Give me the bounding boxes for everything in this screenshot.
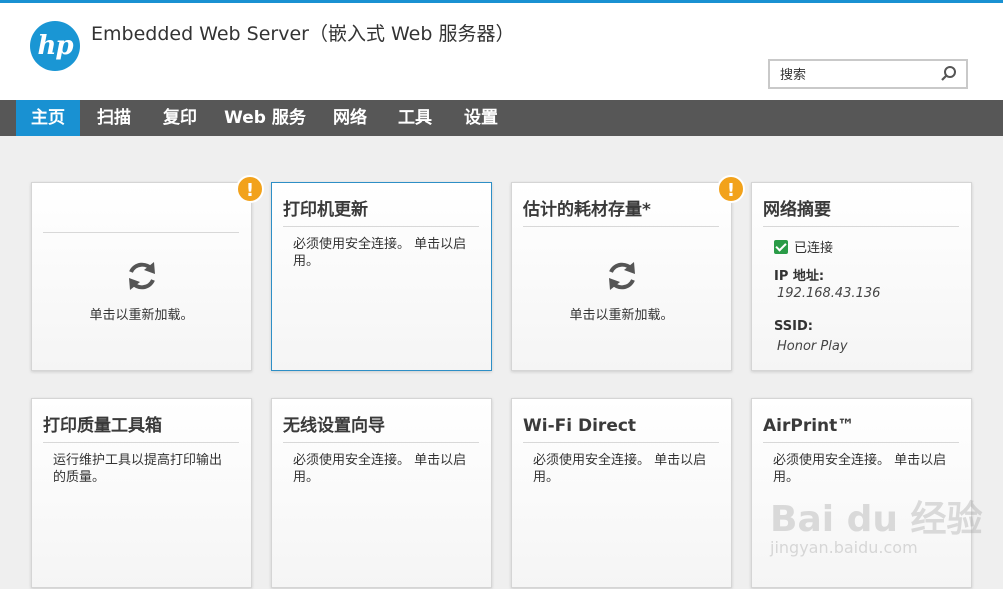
connection-label: 已连接 bbox=[794, 241, 834, 256]
tab-settings[interactable]: 设置 bbox=[453, 100, 509, 136]
hp-logo[interactable]: hp bbox=[30, 21, 80, 71]
network-summary-card[interactable]: 网络摘要 已连接 IP 地址: 192.168.43.136 SSID: Hon… bbox=[751, 182, 972, 371]
alert-icon[interactable]: ! bbox=[236, 175, 264, 203]
card-title: 无线设置向导 bbox=[283, 416, 479, 443]
ssid-label: SSID: bbox=[774, 319, 813, 334]
connection-status: 已连接 bbox=[774, 237, 833, 256]
main-nav: 主页 扫描 复印 Web 服务 网络 工具 设置 bbox=[0, 100, 1003, 136]
reload-icon bbox=[128, 262, 155, 290]
tab-home[interactable]: 主页 bbox=[16, 100, 80, 136]
reload-icon bbox=[608, 262, 635, 290]
watermark-url: jingyan.baidu.com bbox=[770, 538, 918, 557]
card-body: 必须使用安全连接。 单击以启用。 bbox=[293, 453, 467, 485]
card-title: Wi-Fi Direct bbox=[523, 416, 719, 443]
card-title: AirPrint™ bbox=[763, 416, 959, 443]
supplies-card[interactable]: 估计的耗材存量* 单击以重新加载。 bbox=[511, 182, 732, 371]
ip-value: 192.168.43.136 bbox=[777, 286, 881, 301]
baidu-watermark: Bai du 经验 jingyan.baidu.com bbox=[770, 480, 995, 570]
tab-web-services[interactable]: Web 服务 bbox=[220, 100, 310, 136]
tab-tools[interactable]: 工具 bbox=[387, 100, 443, 136]
card-body: 必须使用安全连接。 单击以启用。 bbox=[293, 237, 467, 269]
card-title: 打印质量工具箱 bbox=[43, 416, 239, 443]
reload-area[interactable]: 单击以重新加载。 bbox=[512, 258, 731, 323]
search-icon[interactable] bbox=[940, 65, 958, 83]
card-body: 必须使用安全连接。 单击以启用。 bbox=[533, 453, 707, 485]
tab-network[interactable]: 网络 bbox=[322, 100, 378, 136]
wireless-wizard-card[interactable]: 无线设置向导 必须使用安全连接。 单击以启用。 bbox=[271, 398, 492, 588]
card-title: 估计的耗材存量* bbox=[523, 200, 719, 227]
ssid-value: Honor Play bbox=[777, 339, 848, 354]
search-box bbox=[768, 59, 968, 89]
search-input[interactable] bbox=[778, 61, 942, 89]
watermark-logo: Bai du 经验 bbox=[770, 499, 983, 540]
reload-text: 单击以重新加载。 bbox=[569, 308, 674, 323]
card-title: 打印机更新 bbox=[283, 200, 479, 227]
check-icon bbox=[774, 240, 788, 254]
reload-text: 单击以重新加载。 bbox=[89, 308, 194, 323]
alert-icon[interactable]: ! bbox=[717, 175, 745, 203]
card-title bbox=[43, 206, 239, 233]
wifi-direct-card[interactable]: Wi-Fi Direct 必须使用安全连接。 单击以启用。 bbox=[511, 398, 732, 588]
header: hp Embedded Web Server（嵌入式 Web 服务器） bbox=[0, 3, 1003, 100]
tab-scan[interactable]: 扫描 bbox=[86, 100, 142, 136]
app-title: Embedded Web Server（嵌入式 Web 服务器） bbox=[91, 23, 515, 45]
printer-update-card[interactable]: 打印机更新 必须使用安全连接。 单击以启用。 bbox=[271, 182, 492, 371]
card-title: 网络摘要 bbox=[763, 200, 959, 227]
status-card[interactable]: 单击以重新加载。 bbox=[31, 182, 252, 371]
ip-label: IP 地址: bbox=[774, 269, 825, 284]
card-body: 运行维护工具以提高打印输出的质量。 bbox=[53, 453, 223, 485]
tab-copy[interactable]: 复印 bbox=[152, 100, 208, 136]
print-quality-card[interactable]: 打印质量工具箱 运行维护工具以提高打印输出的质量。 bbox=[31, 398, 252, 588]
reload-area[interactable]: 单击以重新加载。 bbox=[32, 258, 251, 323]
